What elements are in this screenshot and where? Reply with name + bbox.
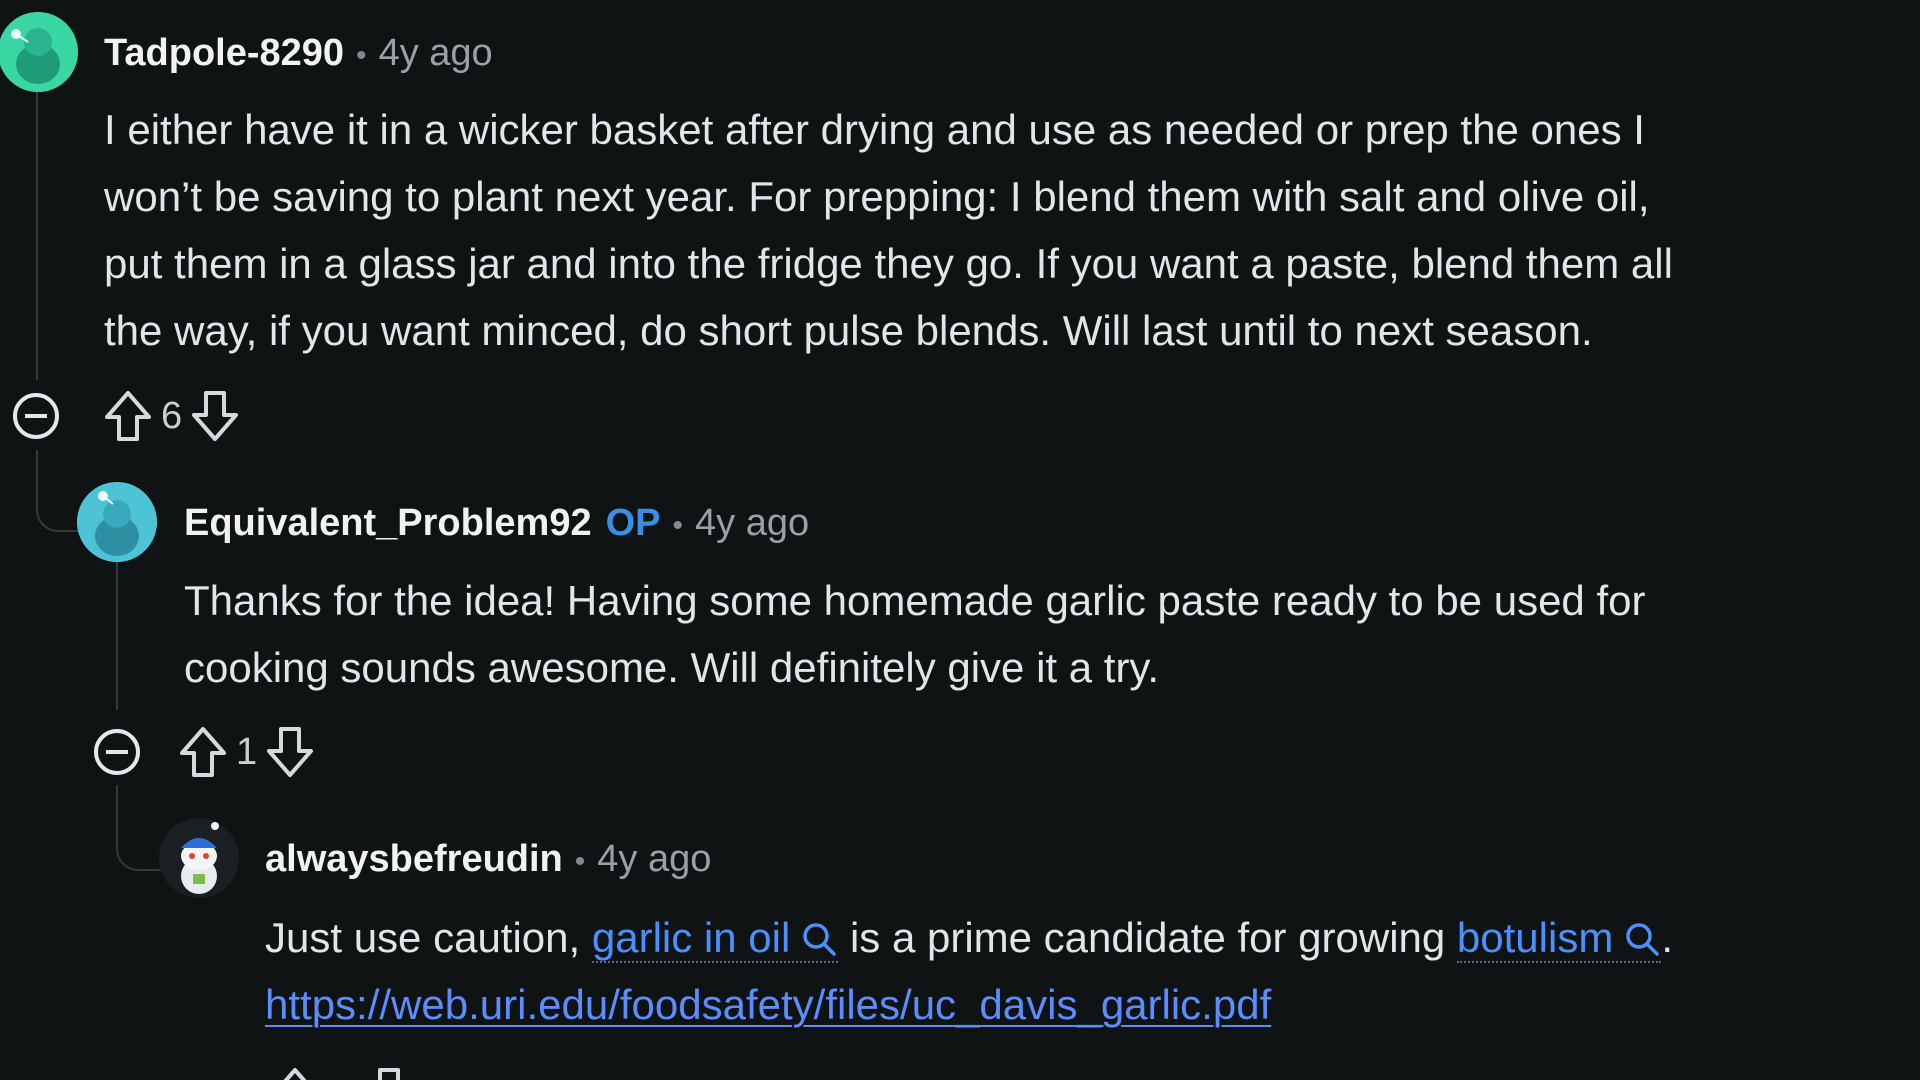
avatar[interactable] [0,12,78,92]
external-url-link[interactable]: https://web.uri.edu/foodsafety/files/uc_… [265,981,1271,1028]
comment-meta: Equivalent_Problem92 OP • 4y ago [184,500,809,549]
downvote-arrow-icon [192,391,239,441]
upvote-button[interactable] [101,389,155,443]
snoo-avatar-icon [77,482,157,562]
downvote-arrow-icon [267,727,314,777]
op-badge: OP [605,502,661,544]
body-text-prefix: Just use caution, [265,914,592,961]
thread-curve-1 [36,450,80,532]
comment-actions: 1 [92,725,317,779]
avatar[interactable] [77,482,157,562]
separator-dot: • [672,509,684,542]
comment-line: put them in a glass jar and into the fri… [104,240,1673,287]
upvote-arrow-icon [105,391,151,441]
downvote-arrow-icon [378,1068,400,1080]
author-name[interactable]: alwaysbefreudin [265,836,563,882]
comment-line: Thanks for the idea! Having some homemad… [184,577,1646,624]
comment-line: won’t be saving to plant next year. For … [104,173,1650,220]
keyword-link-label: botulism [1456,914,1614,961]
comment-line: the way, if you want minced, do short pu… [104,307,1593,354]
upvote-arrow-icon [180,727,226,777]
upvote-arrow-icon [283,1068,307,1080]
timestamp: 4y ago [378,32,493,74]
thread-line-0 [36,450,38,452]
comment-meta: alwaysbefreudin • 4y ago [265,836,711,885]
comment-body: Thanks for the idea! Having some homemad… [184,567,1645,701]
snoo-avatar-icon [159,818,239,898]
comment-meta: Tadpole-8290 • 4y ago [104,30,493,79]
snoo-avatar-icon [0,12,78,92]
search-icon [803,923,837,956]
keyword-link-garlic-in-oil[interactable]: garlic in oil [591,914,839,963]
author-name[interactable]: Equivalent_Problem92 [184,500,592,546]
comment-line: Just use caution, garlic in oil is a pri… [265,904,1673,971]
avatar[interactable] [159,818,239,898]
comment-actions-partial [268,1066,416,1080]
upvote-button[interactable] [268,1066,322,1080]
comment-line: cooking sounds awesome. Will definitely … [184,644,1159,691]
downvote-button[interactable] [362,1066,416,1080]
downvote-button[interactable] [188,389,242,443]
separator-dot: • [574,845,586,878]
upvote-button[interactable] [176,725,230,779]
author-name[interactable]: Tadpole-8290 [104,30,344,76]
timestamp: 4y ago [597,838,712,880]
downvote-button[interactable] [263,725,317,779]
collapse-button[interactable] [92,727,142,777]
collapse-minus-icon [94,729,140,775]
body-text-suffix: . [1661,914,1673,961]
collapse-button[interactable] [11,391,61,441]
separator-dot: • [356,39,367,72]
vote-score: 1 [236,730,258,773]
comment-body: I either have it in a wicker basket afte… [104,96,1673,364]
search-icon [1626,923,1660,956]
body-text-middle: is a prime candidate for growing [838,914,1457,961]
comment-line: https://web.uri.edu/foodsafety/files/uc_… [265,971,1673,1038]
thread-line-2 [116,560,118,710]
vote-score: 6 [161,394,183,437]
thread-curve-2 [116,785,162,871]
comment-body: Just use caution, garlic in oil is a pri… [265,904,1673,1038]
thread-line-1 [36,90,38,380]
keyword-link-label: garlic in oil [591,914,791,961]
comment-line: I either have it in a wicker basket afte… [104,106,1645,153]
keyword-link-botulism[interactable]: botulism [1456,914,1662,963]
comment-actions: 6 [11,389,242,443]
timestamp: 4y ago [695,502,810,544]
collapse-minus-icon [13,393,59,439]
